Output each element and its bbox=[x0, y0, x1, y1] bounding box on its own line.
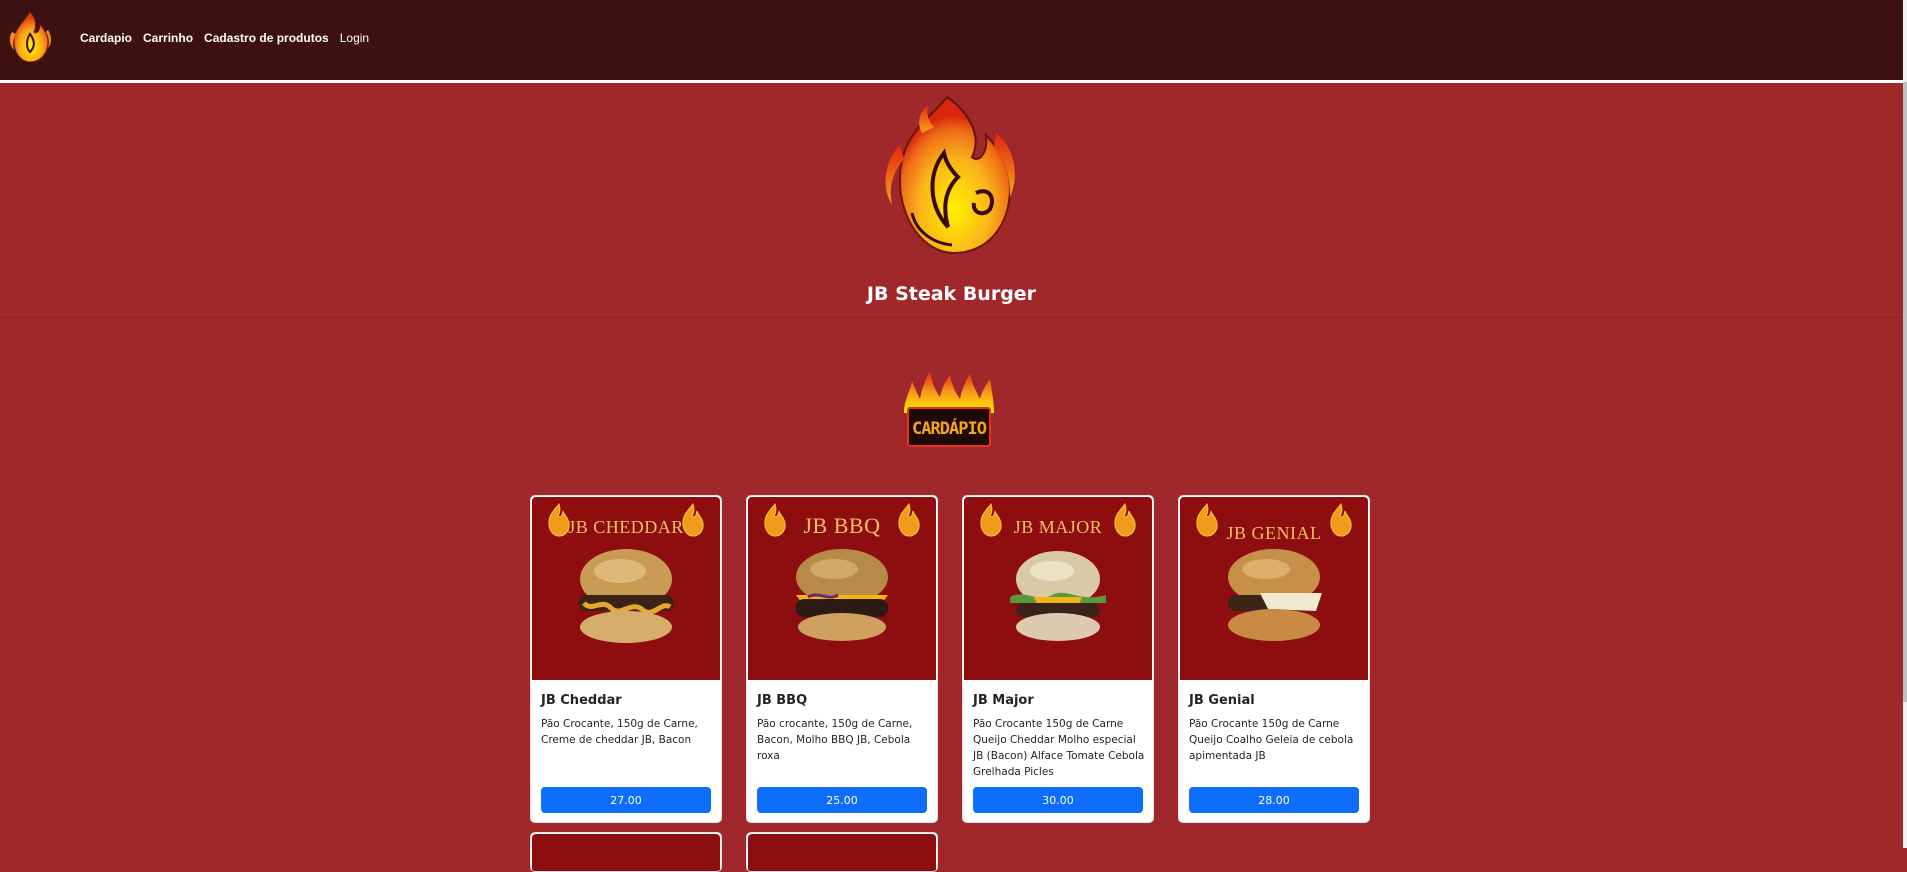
product-image bbox=[748, 834, 936, 871]
product-name: JB Genial bbox=[1189, 693, 1255, 708]
page-title: JB Steak Burger bbox=[866, 283, 1037, 305]
nav-link-cadastro-de-produtos[interactable]: Cadastro de produtos bbox=[204, 31, 329, 45]
flame-logo-icon[interactable] bbox=[6, 10, 54, 64]
product-name: JB Cheddar bbox=[541, 693, 622, 708]
nav-link-cardapio[interactable]: Cardapio bbox=[80, 31, 132, 45]
product-image-title: JB CHEDDAR bbox=[568, 517, 684, 537]
burger-photo bbox=[578, 549, 674, 643]
price-button[interactable]: 28.00 bbox=[1189, 787, 1359, 813]
product-name: JB Major bbox=[973, 693, 1034, 708]
product-image-title: JB BBQ bbox=[803, 513, 881, 538]
product-image: JB GENIAL bbox=[1180, 497, 1368, 680]
product-image: JB MAJOR bbox=[964, 497, 1152, 680]
product-image bbox=[532, 834, 720, 871]
product-image-title: JB MAJOR bbox=[1013, 517, 1103, 537]
burger-photo bbox=[1228, 549, 1322, 641]
product-description: Pão Crocante, 150g de Carne, Creme de ch… bbox=[541, 718, 698, 746]
nav-link-carrinho[interactable]: Carrinho bbox=[143, 31, 193, 45]
product-card-jb-cheddar[interactable]: JB CHEDDAR JB Cheddar Pão Crocante, 150g… bbox=[530, 495, 722, 823]
price-button[interactable]: 25.00 bbox=[757, 787, 927, 813]
product-description: Pão Crocante 150g de Carne Queijo Coalho… bbox=[1189, 718, 1354, 762]
burger-photo bbox=[1010, 551, 1106, 641]
divider bbox=[0, 317, 1903, 318]
price-button[interactable]: 30.00 bbox=[973, 787, 1143, 813]
scrollbar[interactable] bbox=[1903, 0, 1907, 848]
burger-photo bbox=[796, 549, 888, 641]
cardapio-badge: CARDÁPIO bbox=[902, 369, 996, 453]
cardapio-label: CARDÁPIO bbox=[907, 407, 991, 447]
flame-logo-icon bbox=[872, 93, 1022, 260]
product-description: Pão crocante, 150g de Carne, Bacon, Molh… bbox=[757, 718, 913, 762]
product-image: JB BBQ bbox=[748, 497, 936, 680]
nav-link-login[interactable]: Login bbox=[340, 31, 369, 45]
product-name: JB BBQ bbox=[757, 693, 808, 708]
price-button[interactable]: 27.00 bbox=[541, 787, 711, 813]
scrollbar-thumb[interactable] bbox=[1903, 82, 1907, 702]
product-image: JB CHEDDAR bbox=[532, 497, 720, 680]
product-card-jb-major[interactable]: JB MAJOR JB Major Pão Crocante 150g de C… bbox=[962, 495, 1154, 823]
product-description: Pão Crocante 150g de Carne Queijo Chedda… bbox=[973, 718, 1145, 778]
product-card-partial[interactable] bbox=[530, 832, 722, 872]
product-card-partial[interactable] bbox=[746, 832, 938, 872]
product-card-jb-genial[interactable]: JB GENIAL JB Genial Pão Crocante 150g de… bbox=[1178, 495, 1370, 823]
product-card-jb-bbq[interactable]: JB BBQ JB BBQ Pão crocante, 150g de Carn… bbox=[746, 495, 938, 823]
navbar: Cardapio Carrinho Cadastro de produtos L… bbox=[0, 0, 1903, 83]
